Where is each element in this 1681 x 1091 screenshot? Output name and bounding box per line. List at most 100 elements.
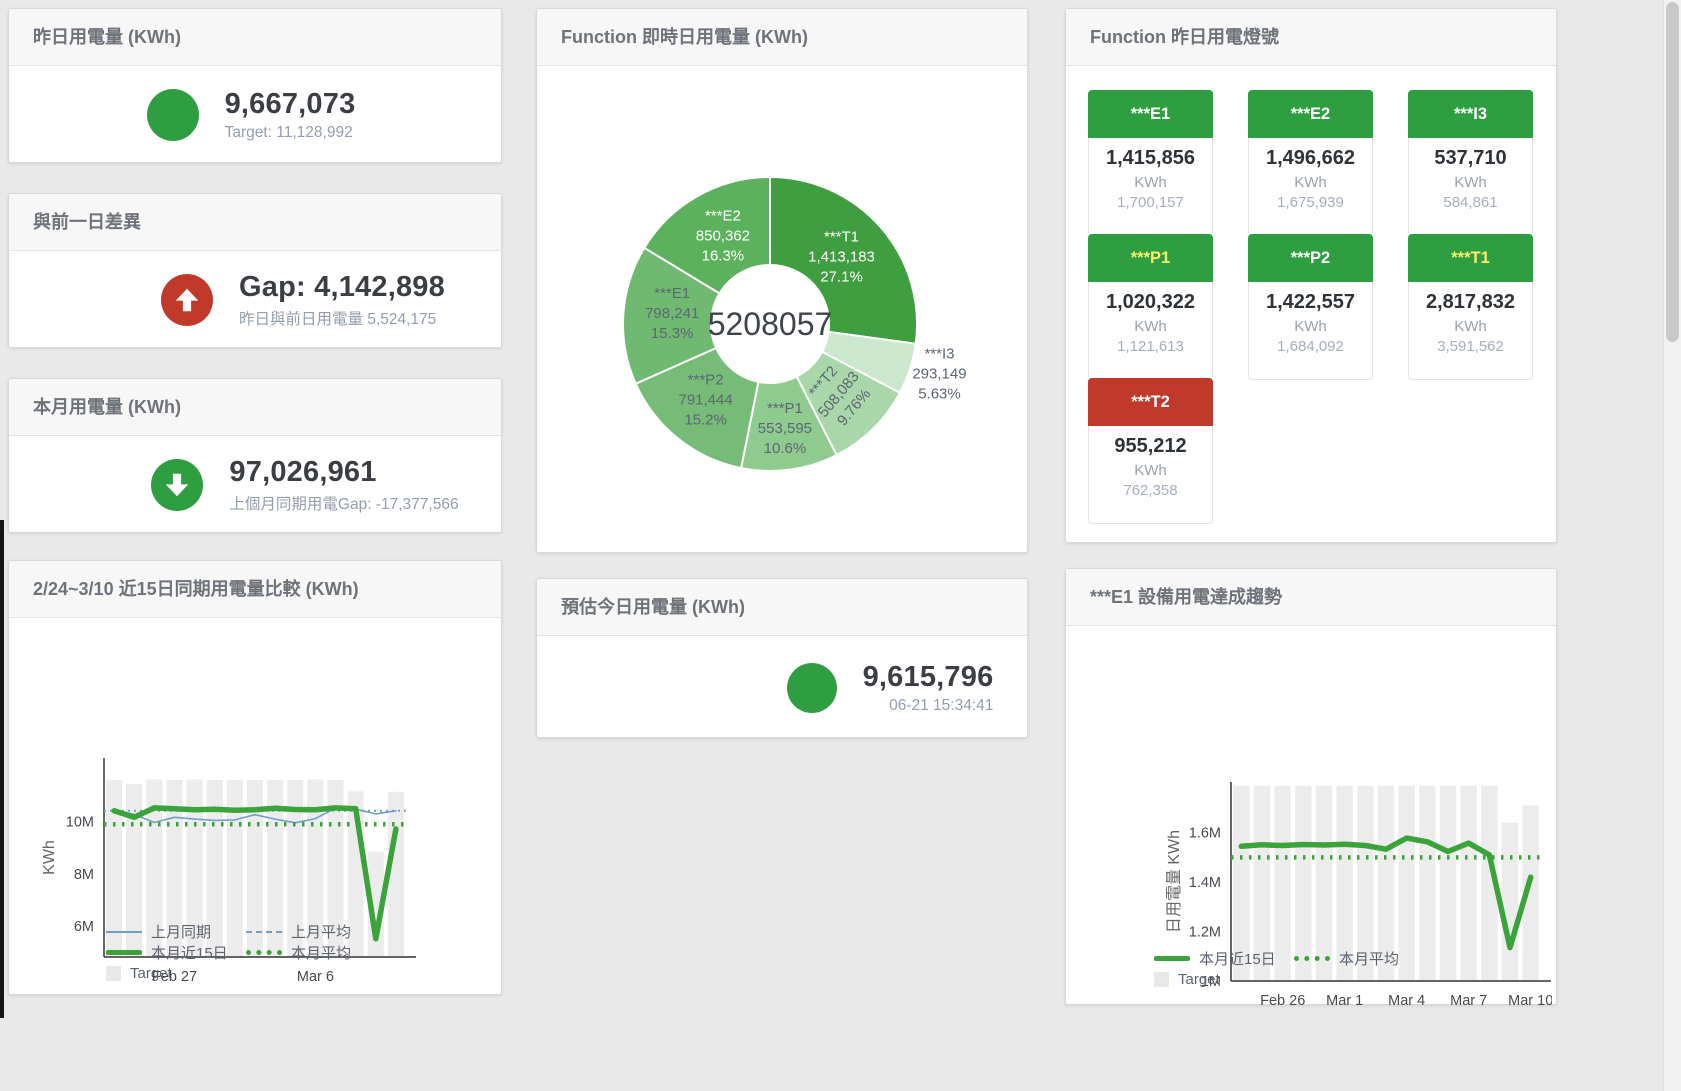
legend-row: 上月同期 上月平均 <box>106 921 386 942</box>
tile-value: 537,710 <box>1409 147 1532 170</box>
panel-donut-header[interactable]: Function 即時日用電量 (KWh) <box>537 9 1027 66</box>
y-tick-label: 1.6M <box>1189 826 1221 842</box>
panel-gap-prev-day: 與前一日差異 Gap: 4,142,898 昨日與前日用電量 5,524,175 <box>8 193 502 348</box>
tile-header: ***E1 <box>1088 90 1213 138</box>
y-tick-label: 8M <box>74 867 94 883</box>
tile-body: 1,496,662KWh1,675,939 <box>1248 138 1373 236</box>
tile-header: ***T1 <box>1408 234 1533 282</box>
target-bar <box>1440 786 1457 981</box>
tile-unit: KWh <box>1089 318 1212 335</box>
panel-gap-header[interactable]: 與前一日差異 <box>9 194 501 251</box>
device-tile-E1[interactable]: ***E11,415,856KWh1,700,157 <box>1088 90 1213 227</box>
legend-swatch-thick <box>106 950 142 955</box>
legend-label: Target <box>130 965 172 982</box>
tile-value: 1,415,856 <box>1089 147 1212 170</box>
panel-month-usage: 本月用電量 (KWh) 97,026,961 上個月同期用電Gap: -17,3… <box>8 378 502 533</box>
y-tick-label: 1.4M <box>1189 875 1221 891</box>
realtime-usage-donut-chart: ***T11,413,18327.1%***I3293,1495.63%***T… <box>537 66 1027 554</box>
tile-target: 584,861 <box>1409 194 1532 211</box>
y-tick-label: 10M <box>66 815 94 831</box>
tile-header: ***I3 <box>1408 90 1533 138</box>
legend-item[interactable]: 上月平均 <box>246 921 386 942</box>
up-arrow-icon <box>172 285 202 315</box>
panel-title: ***E1 設備用電達成趨勢 <box>1090 587 1282 607</box>
tile-header: ***P2 <box>1248 234 1373 282</box>
panel-month-header[interactable]: 本月用電量 (KWh) <box>9 379 501 436</box>
legend-label: 本月近15日 <box>1199 948 1276 969</box>
legend-item[interactable]: Target <box>1154 971 1294 988</box>
y-tick-label: 1.2M <box>1189 925 1221 941</box>
device-tile-P1[interactable]: ***P11,020,322KWh1,121,613 <box>1088 234 1213 371</box>
stat-subtext: 上個月同期用電Gap: -17,377,566 <box>229 492 458 514</box>
tile-body: 1,422,557 KWh 1,684,092 <box>1248 282 1373 380</box>
panel-lights-header[interactable]: Function 昨日用電燈號 <box>1066 9 1556 66</box>
tile-unit: KWh <box>1089 462 1212 479</box>
panel-yesterday-lights: Function 昨日用電燈號 ***E11,415,856KWh1,700,1… <box>1065 8 1557 543</box>
legend-row: 本月近15日本月平均 <box>1154 948 1434 969</box>
legend-item[interactable]: 本月平均 <box>246 942 386 963</box>
legend-swatch-thick <box>1154 956 1190 961</box>
dashboard: 昨日用電量 (KWh) 9,667,073 Target: 11,128,992… <box>0 0 1681 1091</box>
scrollbar-thumb[interactable] <box>1666 2 1679 342</box>
legend-item[interactable]: 本月近15日 <box>106 942 246 963</box>
legend-item[interactable]: 本月近15日 <box>1154 948 1294 969</box>
legend-swatch-dots <box>246 950 282 955</box>
legend-swatch-line <box>106 931 142 933</box>
panel-today-estimate: 預估今日用電量 (KWh) 9,615,796 06-21 15:34:41 <box>536 578 1028 738</box>
panel-compare-header[interactable]: 2/24~3/10 近15日同期用電量比較 (KWh) <box>9 561 501 618</box>
panel-trend-header[interactable]: ***E1 設備用電達成趨勢 <box>1066 569 1556 626</box>
legend-row: Target <box>1154 969 1434 990</box>
legend-swatch-dash <box>246 931 282 933</box>
tile-unit: KWh <box>1409 174 1532 191</box>
panel-yesterday-usage: 昨日用電量 (KWh) 9,667,073 Target: 11,128,992 <box>8 8 502 163</box>
panel-title: 預估今日用電量 (KWh) <box>561 597 745 617</box>
tile-target: 1,684,092 <box>1249 338 1372 355</box>
legend-label: 上月平均 <box>291 921 351 942</box>
device-tile-P2[interactable]: ***P2 1,422,557 KWh 1,684,092 <box>1248 234 1373 371</box>
status-circle-green <box>147 89 199 141</box>
legend-item[interactable]: 上月同期 <box>106 921 246 942</box>
legend-label: Target <box>1178 971 1220 988</box>
tile-header: ***T2 <box>1088 378 1213 426</box>
tile-header: ***P1 <box>1088 234 1213 282</box>
window-edge <box>0 520 4 1018</box>
device-tile-E2[interactable]: ***E21,496,662KWh1,675,939 <box>1248 90 1373 227</box>
lights-grid: ***E11,415,856KWh1,700,157***E21,496,662… <box>1066 66 1556 515</box>
legend-label: 本月近15日 <box>151 942 228 963</box>
x-tick-label: Mar 1 <box>1326 993 1363 1007</box>
panel-yesterday-header[interactable]: 昨日用電量 (KWh) <box>9 9 501 66</box>
legend-row: 本月近15日本月平均 <box>106 942 386 963</box>
trend-chart-legend: 本月近15日本月平均 Target <box>1154 948 1434 990</box>
donut-center-value: 5208057 <box>708 306 833 342</box>
panel-title: 本月用電量 (KWh) <box>33 397 181 417</box>
tile-unit: KWh <box>1409 318 1532 335</box>
tile-body: 955,212 KWh 762,358 <box>1088 426 1213 524</box>
legend-swatch-square <box>1154 972 1169 987</box>
device-tile-I3[interactable]: ***I3 537,710 KWh 584,861 <box>1408 90 1533 227</box>
page-scrollbar[interactable] <box>1663 0 1681 1091</box>
x-tick-label: Mar 10 <box>1508 993 1552 1007</box>
panel-title: 昨日用電量 (KWh) <box>33 27 181 47</box>
legend-item[interactable]: 本月平均 <box>1294 948 1434 969</box>
device-tile-T1[interactable]: ***T12,817,832KWh3,591,562 <box>1408 234 1533 371</box>
legend-swatch-square <box>106 966 121 981</box>
device-tile-T2[interactable]: ***T2 955,212 KWh 762,358 <box>1088 378 1213 515</box>
panel-compare-chart: 2/24~3/10 近15日同期用電量比較 (KWh) 6M8M10MFeb 2… <box>8 560 502 995</box>
tile-value: 955,212 <box>1089 435 1212 458</box>
y-axis-title: KWh <box>41 840 58 875</box>
tile-target: 762,358 <box>1089 482 1212 499</box>
panel-title: 2/24~3/10 近15日同期用電量比較 (KWh) <box>33 579 359 599</box>
panel-estimate-header[interactable]: 預估今日用電量 (KWh) <box>537 579 1027 636</box>
up-arrow-circle-red <box>161 274 213 326</box>
panel-title: 與前一日差異 <box>33 212 141 232</box>
legend-item[interactable]: Target <box>106 965 246 982</box>
tile-body: 537,710 KWh 584,861 <box>1408 138 1533 236</box>
tile-unit: KWh <box>1249 318 1372 335</box>
legend-label: 上月同期 <box>151 921 211 942</box>
tile-value: 1,422,557 <box>1249 291 1372 314</box>
panel-title: Function 昨日用電燈號 <box>1090 27 1279 47</box>
panel-realtime-donut: Function 即時日用電量 (KWh) ***T11,413,18327.1… <box>536 8 1028 553</box>
legend-row: Target <box>106 963 386 984</box>
legend-swatch-dots <box>1294 956 1330 961</box>
y-tick-label: 6M <box>74 919 94 935</box>
